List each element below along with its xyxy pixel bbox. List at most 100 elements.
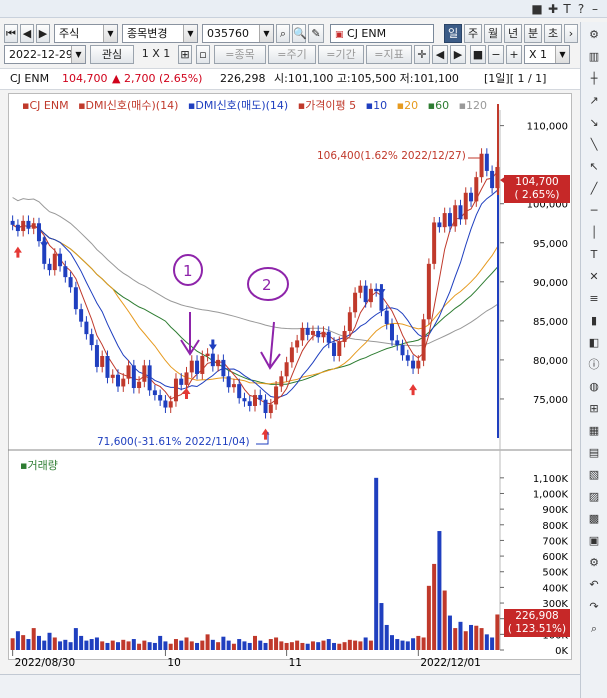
volume-tick-label: 800K <box>542 521 568 532</box>
current-price-value: 104,700 <box>515 176 559 188</box>
annotation-label-1: 1 <box>183 262 193 280</box>
current-volume-pct: ( 123.51%) <box>507 623 567 635</box>
compare-icon[interactable]: ▨ <box>584 488 604 506</box>
candle-body <box>126 365 131 379</box>
shape-icon[interactable]: ◍ <box>584 378 604 396</box>
volume-bar <box>258 640 263 650</box>
price-tick-label: 75,000 <box>533 395 568 406</box>
volume-bar <box>300 642 305 650</box>
hline-icon[interactable]: ─ <box>584 202 604 220</box>
price-tick-label: 110,000 <box>527 122 568 133</box>
candle-body <box>189 360 194 373</box>
candle-body <box>110 374 115 378</box>
volume-bar <box>73 628 78 650</box>
candle-body <box>469 192 474 202</box>
annotation-arrow-1 <box>180 312 200 356</box>
volume-tick-label: 0K <box>555 646 568 657</box>
volume-bar <box>421 637 426 650</box>
volume-bar <box>310 641 315 650</box>
text-icon[interactable]: T <box>584 246 604 264</box>
candle-body <box>216 359 221 367</box>
volume-bar <box>289 642 294 650</box>
trend-line-icon[interactable]: ╱ <box>584 180 604 198</box>
buy-signal-arrow <box>409 384 418 396</box>
candle-body <box>242 398 247 402</box>
candle-body <box>442 213 447 228</box>
candle-body <box>484 153 489 171</box>
volume-bar <box>10 638 15 650</box>
grid-icon[interactable]: ▩ <box>584 510 604 528</box>
redo-icon[interactable]: ↷ <box>584 598 604 616</box>
trade-icon[interactable]: ↘ <box>584 114 604 132</box>
candle-body <box>326 331 331 343</box>
volume-bar <box>395 639 400 650</box>
cross-icon[interactable]: ✕ <box>584 268 604 286</box>
high-annotation: 106,400(1.62% 2022/12/27) <box>317 150 466 162</box>
volume-tick-label: 900K <box>542 505 568 516</box>
candle-body <box>237 384 242 399</box>
candle-icon[interactable]: ┼ <box>584 70 604 88</box>
current-price-pct: ( 2.65%) <box>514 189 560 201</box>
bar-chart-icon[interactable]: ▥ <box>584 48 604 66</box>
volume-bar <box>158 635 163 650</box>
candle-body <box>205 353 210 356</box>
cursor-icon[interactable]: ↖ <box>584 158 604 176</box>
volume-bar <box>321 640 326 650</box>
legend-item: ▪60 <box>427 99 450 112</box>
chart-icon[interactable]: ▧ <box>584 466 604 484</box>
volume-bar <box>168 643 173 650</box>
volume-bar <box>231 643 236 650</box>
undo-icon[interactable]: ↶ <box>584 576 604 594</box>
volume-bar <box>121 639 126 650</box>
line-icon[interactable]: ╲ <box>584 136 604 154</box>
volume-legend: ▪거래량 <box>20 459 58 472</box>
price-icon[interactable]: ↗ <box>584 92 604 110</box>
volume-bar <box>316 642 321 650</box>
vline-icon[interactable]: │ <box>584 224 604 242</box>
settings-icon[interactable]: ⚙ <box>584 554 604 572</box>
indicator-icon[interactable]: ◧ <box>584 334 604 352</box>
candle-body <box>100 356 105 367</box>
volume-bar <box>337 643 342 650</box>
info-icon[interactable]: ⓘ <box>584 356 604 374</box>
volume-bar <box>295 640 300 650</box>
candle-body <box>268 404 273 414</box>
candle-body <box>21 220 26 232</box>
volume-bar <box>400 640 405 650</box>
table-icon[interactable]: ▤ <box>584 444 604 462</box>
candle-body <box>263 399 268 414</box>
volume-bar <box>116 642 121 650</box>
candle-body <box>463 192 468 220</box>
volume-tick-label: 400K <box>542 583 568 594</box>
volume-bar <box>458 621 463 650</box>
candle-body <box>321 331 326 338</box>
candle-body <box>52 253 57 271</box>
volume-bar <box>131 639 136 650</box>
volume-bar <box>368 640 373 650</box>
zoom-icon[interactable]: ⌕ <box>584 620 604 638</box>
volume-bar <box>237 639 242 650</box>
candle-body <box>432 222 437 264</box>
legend-item: ▪10 <box>365 99 388 112</box>
candle-body <box>226 376 231 388</box>
candle-body <box>84 321 89 335</box>
layers-icon[interactable]: ▣ <box>584 532 604 550</box>
candle-body <box>36 223 41 242</box>
volume-bar <box>100 641 105 650</box>
candle-body <box>47 263 52 271</box>
fib-icon[interactable]: ≡ <box>584 290 604 308</box>
volume-bar <box>426 585 431 650</box>
bottom-scrollbar[interactable] <box>0 674 580 698</box>
volume-bar <box>89 639 94 650</box>
buy-signal-arrow <box>182 388 191 400</box>
candle-body <box>142 365 147 382</box>
candle-body <box>405 355 410 361</box>
calendar-icon[interactable]: ▦ <box>584 422 604 440</box>
candle-body <box>247 401 252 406</box>
candle-body <box>289 347 294 363</box>
ruler-icon[interactable]: ⊞ <box>584 400 604 418</box>
candle-body <box>26 220 31 229</box>
candle-stack-icon[interactable]: ▮ <box>584 312 604 330</box>
volume-bar <box>84 640 89 650</box>
tool-icon[interactable]: ⚙ <box>584 26 604 44</box>
